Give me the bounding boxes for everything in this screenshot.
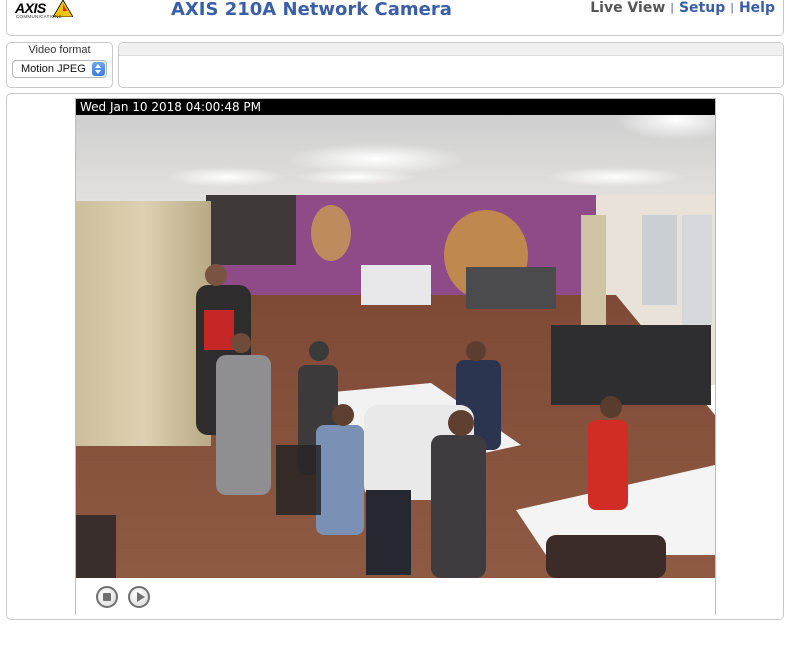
play-icon[interactable] [128,586,150,608]
top-nav: Live View | Setup | Help [590,0,775,16]
live-video-image[interactable] [76,115,715,578]
video-timestamp: Wed Jan 10 2018 04:00:48 PM [76,99,715,115]
nav-separator: | [670,1,674,14]
video-format-selected-value: Motion JPEG [21,63,86,75]
axis-logo[interactable]: AXIS COMMUNICATIONS [15,0,85,26]
video-format-label: Video format [28,44,91,56]
stop-icon[interactable] [96,586,118,608]
video-format-select[interactable]: Motion JPEG [12,60,107,78]
video-frame: Wed Jan 10 2018 04:00:48 PM [75,98,716,615]
toolbar-strip [119,43,783,56]
page-title: AXIS 210A Network Camera [171,0,452,20]
nav-setup[interactable]: Setup [679,0,725,16]
video-panel: Wed Jan 10 2018 04:00:48 PM [6,93,784,620]
nav-live-view[interactable]: Live View [590,0,665,16]
nav-help[interactable]: Help [739,0,775,16]
toolbar-panel [118,42,784,88]
logo-subtext: COMMUNICATIONS [16,14,62,19]
nav-separator: | [730,1,734,14]
header-panel: AXIS COMMUNICATIONS AXIS 210A Network Ca… [6,0,784,36]
camera-scene [76,115,715,578]
video-controls [76,579,715,615]
select-arrows-icon [92,62,105,76]
video-format-panel: Video format Motion JPEG [6,42,113,88]
